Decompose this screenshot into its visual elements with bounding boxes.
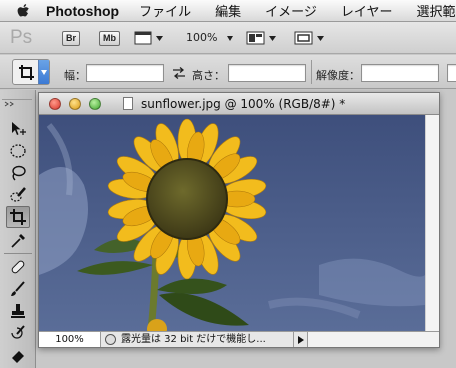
brush-tool[interactable] [6,278,30,300]
status-zoom-field[interactable]: 100% [39,332,101,347]
menu-select[interactable]: 選択範 [417,1,456,20]
quick-selection-tool[interactable] [6,184,30,206]
status-info-text: 露光量は 32 bit だけで機能し... [121,334,266,345]
status-bar: 100% 露光量は 32 bit だけで機能し... [39,331,439,347]
photoshop-logo: Ps [10,27,33,48]
sunflower-photo [39,115,425,331]
height-label: 高さ： [192,69,225,82]
menu-image[interactable]: イメージ [265,1,317,20]
eyedropper-icon [11,234,25,248]
zoom-level-select[interactable]: 100% [186,31,233,44]
minimize-button[interactable] [69,98,81,110]
preset-dropdown-arrow[interactable] [38,60,49,84]
view-extras-button[interactable] [134,30,164,50]
toolbox-divider [4,253,32,254]
chevron-down-icon [226,35,233,41]
options-bar: 幅： 高さ： 解像度： [0,55,456,89]
document-icon [123,97,133,110]
lasso-tool[interactable] [6,162,30,184]
eraser-icon [12,351,24,363]
history-brush-tool[interactable] [6,322,30,344]
bridge-button[interactable]: Br [62,31,81,46]
resolution-label: 解像度： [316,69,360,82]
lasso-icon [12,165,26,181]
zoom-button[interactable] [89,98,101,110]
status-menu-button[interactable] [293,332,307,347]
document-title: sunflower.jpg @ 100% (RGB/8#) * [141,97,346,111]
resolution-input[interactable] [361,64,439,82]
healing-brush-tool[interactable] [6,256,30,278]
apple-menu-icon[interactable] [16,3,30,19]
application-bar: Ps Br Mb 100% [0,22,456,54]
menu-file[interactable]: ファイル [139,1,191,20]
play-arrow-icon [297,335,304,344]
close-button[interactable] [49,98,61,110]
bandage-icon [11,260,25,274]
clock-icon [105,334,116,345]
menu-bar: Photoshop ファイル 編集 イメージ レイヤー 選択範 [0,0,456,22]
brush-icon [11,281,25,296]
mini-bridge-button[interactable]: Mb [99,31,120,46]
crop-tool[interactable] [6,206,30,228]
app-menu[interactable]: Photoshop [46,3,119,19]
stamp-icon [11,304,25,318]
crop-icon [19,65,34,80]
toolbox [0,90,36,368]
view-extras-icon [134,31,163,45]
menu-edit[interactable]: 編集 [215,1,241,20]
resolution-unit-select[interactable] [447,64,456,82]
zoom-level-value: 100% [186,31,218,44]
screen-mode-button[interactable] [294,30,326,50]
arrange-documents-icon [246,31,276,45]
screen-mode-icon [294,31,324,45]
swap-icon[interactable] [172,67,186,79]
tool-preset-picker[interactable] [12,59,50,85]
history-brush-icon [11,325,25,339]
marquee-tool[interactable] [6,140,30,162]
menu-layer[interactable]: レイヤー [341,1,393,20]
document-window: sunflower.jpg @ 100% (RGB/8#) * 100% 露光量… [38,92,440,348]
eraser-tool[interactable] [6,344,30,366]
crop-icon [10,209,26,225]
image-canvas[interactable] [39,115,425,331]
move-tool[interactable] [6,118,30,140]
toolbox-grip[interactable] [2,92,32,107]
clone-stamp-tool[interactable] [6,300,30,322]
divider [311,60,312,84]
quick-selection-icon [10,187,26,202]
vertical-scrollbar[interactable] [425,115,439,331]
eyedropper-tool[interactable] [6,230,30,252]
width-input[interactable] [86,64,164,82]
move-icon [12,122,26,135]
document-title-bar[interactable]: sunflower.jpg @ 100% (RGB/8#) * [39,93,439,115]
height-input[interactable] [228,64,306,82]
elliptical-marquee-icon [10,144,26,158]
arrange-documents-button[interactable] [246,30,278,50]
horizontal-scrollbar[interactable] [307,332,439,347]
width-label: 幅： [64,69,86,82]
